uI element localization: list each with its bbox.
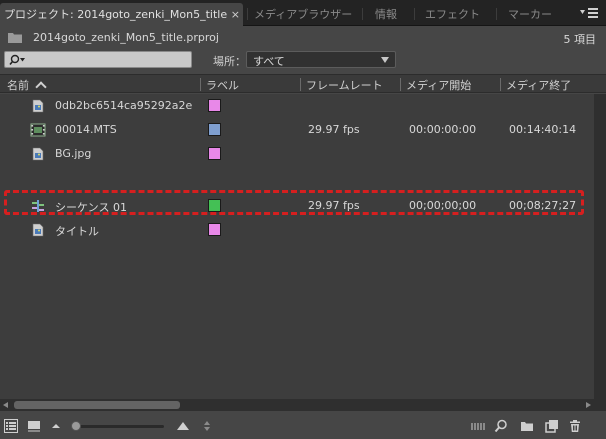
tab-divider [362, 8, 363, 20]
video-clip-icon [30, 122, 46, 138]
sort-icon[interactable] [200, 419, 214, 433]
tab-media-browser-label: メディアブラウザー [254, 8, 353, 21]
label-color-swatch[interactable] [208, 123, 221, 136]
column-name-label: 名前 [7, 79, 29, 92]
project-folder-icon [8, 32, 22, 43]
item-frame-rate: 29.97 fps [308, 199, 360, 212]
tab-divider [496, 8, 497, 20]
tab-effects[interactable]: エフェクト [425, 3, 485, 26]
column-divider[interactable] [200, 78, 201, 91]
tab-project-label: プロジェクト: 2014goto_zenki_Mon5_title [4, 8, 228, 21]
tab-project[interactable]: プロジェクト: 2014goto_zenki_Mon5_title × [0, 3, 243, 26]
tab-markers[interactable]: マーカー [508, 3, 558, 26]
column-frame-rate[interactable]: フレームレート [306, 77, 383, 92]
tab-divider [247, 8, 248, 20]
label-color-swatch[interactable] [208, 223, 221, 236]
item-media-start: 00;00;00;00 [409, 199, 477, 212]
item-name[interactable]: タイトル [55, 223, 99, 239]
list-item[interactable]: 00014.MTS 29.97 fps 00:00:00:00 00:14:40… [0, 118, 594, 142]
trash-icon[interactable] [568, 419, 582, 433]
horizontal-scrollbar[interactable] [0, 399, 594, 411]
new-bin-icon[interactable] [520, 419, 534, 433]
column-media-end[interactable]: メディア終了 [506, 77, 571, 92]
tab-effects-label: エフェクト [425, 8, 480, 21]
column-media-start[interactable]: メディア開始 [406, 77, 471, 92]
search-field[interactable] [4, 51, 192, 68]
column-name[interactable]: 名前 [7, 77, 47, 93]
automate-to-sequence-icon[interactable] [470, 419, 488, 433]
label-color-swatch[interactable] [208, 199, 221, 212]
item-media-end: 00:14:40:14 [509, 123, 577, 136]
item-count: 5 項目 [563, 33, 597, 46]
bottom-toolbar [0, 413, 606, 439]
zoom-slider-track[interactable] [74, 425, 164, 428]
sort-ascending-icon [35, 81, 47, 93]
project-panel: 2014goto_zenki_Mon5_title.prproj 5 項目 場所… [0, 26, 606, 439]
item-name[interactable]: 00014.MTS [55, 123, 117, 136]
project-item-list: 0db2bc6514ca95292a2e 00014.MTS 29.97 fps… [0, 94, 594, 399]
item-frame-rate: 29.97 fps [308, 123, 360, 136]
still-image-icon [31, 147, 45, 161]
vertical-scrollbar[interactable] [594, 94, 606, 399]
tab-media-browser[interactable]: メディアブラウザー [254, 3, 354, 26]
scroll-left-icon[interactable] [3, 402, 8, 408]
location-label: 場所： [213, 55, 246, 68]
column-header-row: 名前 ラベル フレームレート メディア開始 メディア終了 [0, 74, 606, 93]
list-item[interactable]: シーケンス 01 29.97 fps 00;00;00;00 00;08;27;… [0, 194, 594, 218]
title-icon [31, 223, 45, 237]
tab-info-label: 情報 [375, 8, 397, 21]
item-name[interactable]: BG.jpg [55, 147, 91, 160]
label-color-swatch[interactable] [208, 147, 221, 160]
search-icon[interactable] [9, 54, 27, 66]
scrollbar-thumb[interactable] [14, 401, 180, 409]
panel-tab-bar: プロジェクト: 2014goto_zenki_Mon5_title × メディア… [0, 0, 606, 26]
tab-divider [414, 8, 415, 20]
still-image-icon [31, 99, 45, 113]
chevron-down-icon [381, 57, 389, 63]
search-input[interactable] [29, 53, 189, 66]
column-divider[interactable] [500, 78, 501, 91]
zoom-in-icon[interactable] [176, 419, 190, 433]
find-icon[interactable] [494, 419, 508, 433]
item-media-end: 00;08;27;27 [509, 199, 577, 212]
item-media-start: 00:00:00:00 [409, 123, 477, 136]
tab-info[interactable]: 情報 [375, 3, 415, 26]
list-view-icon[interactable] [4, 419, 18, 433]
item-name[interactable]: 0db2bc6514ca95292a2e [55, 99, 192, 112]
location-value: すべて [253, 55, 285, 68]
list-item[interactable]: タイトル [0, 218, 594, 242]
sequence-icon [31, 199, 45, 213]
project-file-name: 2014goto_zenki_Mon5_title.prproj [33, 31, 219, 44]
list-item[interactable]: 0db2bc6514ca95292a2e [0, 94, 594, 118]
project-header: 2014goto_zenki_Mon5_title.prproj 5 項目 [0, 28, 606, 48]
tab-markers-label: マーカー [508, 8, 552, 21]
zoom-out-icon[interactable] [51, 419, 61, 433]
column-label[interactable]: ラベル [206, 77, 239, 92]
scrollbar-corner [594, 399, 606, 411]
item-name[interactable]: シーケンス 01 [55, 199, 127, 215]
icon-view-icon[interactable] [27, 419, 41, 433]
panel-menu-icon[interactable] [578, 7, 600, 21]
label-color-swatch[interactable] [208, 99, 221, 112]
column-divider[interactable] [300, 78, 301, 91]
column-divider[interactable] [400, 78, 401, 91]
scroll-right-icon[interactable] [586, 402, 591, 408]
close-icon[interactable]: × [231, 3, 240, 26]
new-item-icon[interactable] [545, 419, 559, 433]
location-dropdown[interactable]: すべて [246, 51, 396, 68]
list-item[interactable]: BG.jpg [0, 142, 594, 166]
zoom-slider-knob[interactable] [71, 421, 81, 431]
